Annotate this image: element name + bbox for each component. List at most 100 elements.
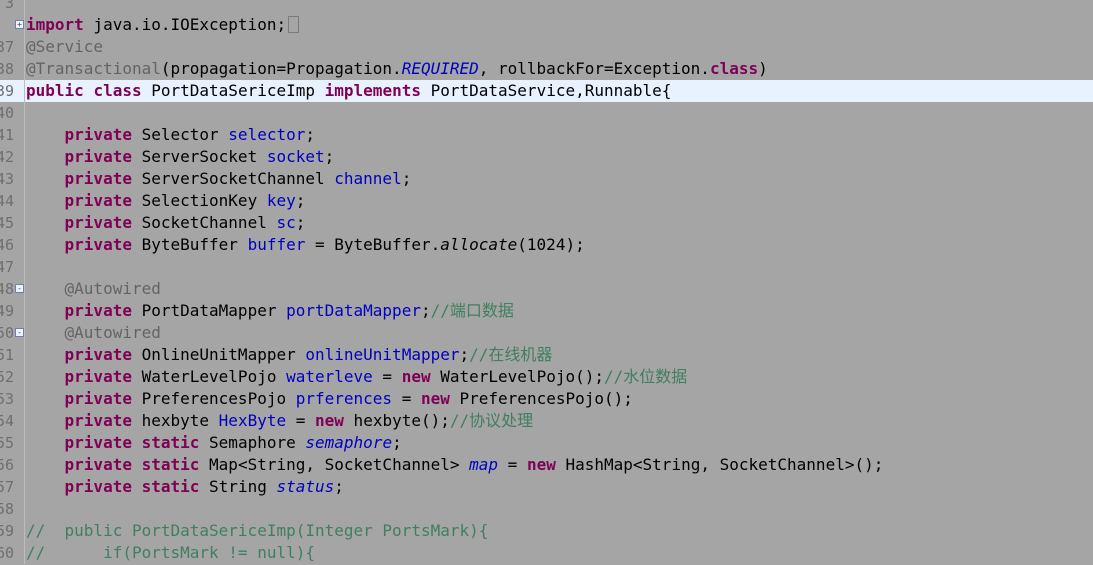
code-token: = xyxy=(286,411,316,430)
code-line[interactable]: 52 private WaterLevelPojo waterleve = ne… xyxy=(0,366,1093,388)
collapsed-import-icon[interactable] xyxy=(288,16,300,33)
code-token: ; xyxy=(324,147,335,166)
line-gutter: 41 xyxy=(0,124,25,146)
code-token: ; xyxy=(295,213,306,232)
line-number: 47 xyxy=(0,258,14,276)
code-text: import java.io.IOException; xyxy=(26,14,300,36)
code-line[interactable]: 42 private ServerSocket socket; xyxy=(0,146,1093,168)
code-token: Selector xyxy=(131,125,229,144)
line-number: 37 xyxy=(0,38,14,56)
line-number: 42 xyxy=(0,148,14,166)
code-token: ; xyxy=(334,477,344,496)
line-number: 55 xyxy=(0,434,14,452)
line-number: 40 xyxy=(0,104,14,122)
line-gutter: 37 xyxy=(0,36,25,58)
line-gutter: 56 xyxy=(0,454,25,476)
field-token: prferences xyxy=(295,389,393,408)
code-token: ServerSocketChannel xyxy=(131,169,335,188)
code-line[interactable]: 59 // public PortDataSericeImp(Integer Po… xyxy=(0,520,1093,542)
code-line-current[interactable]: 39 public class PortDataSericeImp impleme… xyxy=(0,80,1093,102)
code-text: @Autowired xyxy=(26,322,161,344)
keyword-token: private xyxy=(64,169,132,188)
line-number: 43 xyxy=(0,170,14,188)
field-token: waterleve xyxy=(286,367,373,386)
keyword-token: new xyxy=(526,455,556,474)
code-line[interactable]: 53 private PreferencesPojo prferences = … xyxy=(0,388,1093,410)
code-token: OnlineUnitMapper xyxy=(131,345,306,364)
keyword-token: private xyxy=(64,411,132,430)
line-number: 52 xyxy=(0,368,14,386)
code-line[interactable]: 37 @Service xyxy=(0,36,1093,58)
code-line[interactable]: 46 private ByteBuffer buffer = ByteBuffe… xyxy=(0,234,1093,256)
keyword-token: implements xyxy=(324,81,421,100)
code-line[interactable]: 47 xyxy=(0,256,1093,278)
code-line[interactable]: 51 private OnlineUnitMapper onlineUnitMa… xyxy=(0,344,1093,366)
code-line[interactable]: 41 private Selector selector; xyxy=(0,124,1093,146)
comment-token: // public PortDataSericeImp(Integer Port… xyxy=(26,521,489,540)
code-token: PortDataService,Runnable{ xyxy=(420,81,672,100)
code-line[interactable]: 50- @Autowired xyxy=(0,322,1093,344)
fold-collapse-icon[interactable]: - xyxy=(15,284,24,293)
static-field-token: map xyxy=(469,455,499,474)
code-line[interactable]: 38 @Transactional(propagation=Propagation… xyxy=(0,58,1093,80)
code-token: SelectionKey xyxy=(131,191,267,210)
code-text: @Service xyxy=(26,36,103,58)
line-number: 48 xyxy=(0,280,14,298)
annotation-token: @Autowired xyxy=(64,279,161,298)
method-token: allocate xyxy=(440,235,518,254)
code-line[interactable]: + import java.io.IOException; xyxy=(0,14,1093,36)
line-number: 45 xyxy=(0,214,14,232)
keyword-token: private xyxy=(64,147,132,166)
code-line[interactable]: 54 private hexbyte HexByte = new hexbyte… xyxy=(0,410,1093,432)
static-field-token: status xyxy=(276,477,335,496)
line-gutter: 39 xyxy=(0,80,25,102)
fold-expand-icon[interactable]: + xyxy=(15,20,24,29)
code-editor[interactable]: 3+import java.io.IOException;37@Service3… xyxy=(0,0,1093,565)
code-line[interactable]: 48- @Autowired xyxy=(0,278,1093,300)
code-line[interactable]: 58 xyxy=(0,498,1093,520)
comment-token: //端口数据 xyxy=(430,301,514,320)
line-number: 54 xyxy=(0,412,14,430)
annotation-token: @Autowired xyxy=(64,323,161,342)
code-token: (1024); xyxy=(517,235,585,254)
fold-collapse-icon[interactable]: - xyxy=(15,328,24,337)
code-line[interactable]: 44 private SelectionKey key; xyxy=(0,190,1093,212)
code-token: ; xyxy=(392,433,402,452)
line-gutter: 40 xyxy=(0,102,25,124)
code-line[interactable]: 57 private static String status; xyxy=(0,476,1093,498)
code-line[interactable]: 3 xyxy=(0,0,1093,14)
code-token: hexbyte xyxy=(131,411,219,430)
keyword-token: private xyxy=(64,455,132,474)
code-line[interactable]: 56 private static Map<String, SocketChan… xyxy=(0,454,1093,476)
line-number: 58 xyxy=(0,500,14,518)
code-text: private ServerSocket socket; xyxy=(26,146,335,168)
code-token: = ByteBuffer. xyxy=(305,235,441,254)
keyword-token: private xyxy=(64,389,132,408)
code-line[interactable]: 60 // if(PortsMark != null){ xyxy=(0,542,1093,564)
code-line[interactable]: 55 private static Semaphore semaphore; xyxy=(0,432,1093,454)
keyword-token: class xyxy=(93,81,142,100)
line-gutter: 45 xyxy=(0,212,25,234)
code-line[interactable]: 45 private SocketChannel sc; xyxy=(0,212,1093,234)
line-number: 46 xyxy=(0,236,14,254)
code-token: PreferencesPojo(); xyxy=(449,389,633,408)
field-token: sc xyxy=(276,213,296,232)
code-line[interactable]: 43 private ServerSocketChannel channel; xyxy=(0,168,1093,190)
code-token: PortDataMapper xyxy=(131,301,287,320)
code-line[interactable]: 49 private PortDataMapper portDataMapper… xyxy=(0,300,1093,322)
code-line[interactable]: 40 xyxy=(0,102,1093,124)
code-token: PortDataSericeImp xyxy=(141,81,325,100)
code-token: = xyxy=(392,389,421,408)
line-number: 50 xyxy=(0,324,14,342)
keyword-token: private xyxy=(64,477,132,496)
line-gutter: 44 xyxy=(0,190,25,212)
